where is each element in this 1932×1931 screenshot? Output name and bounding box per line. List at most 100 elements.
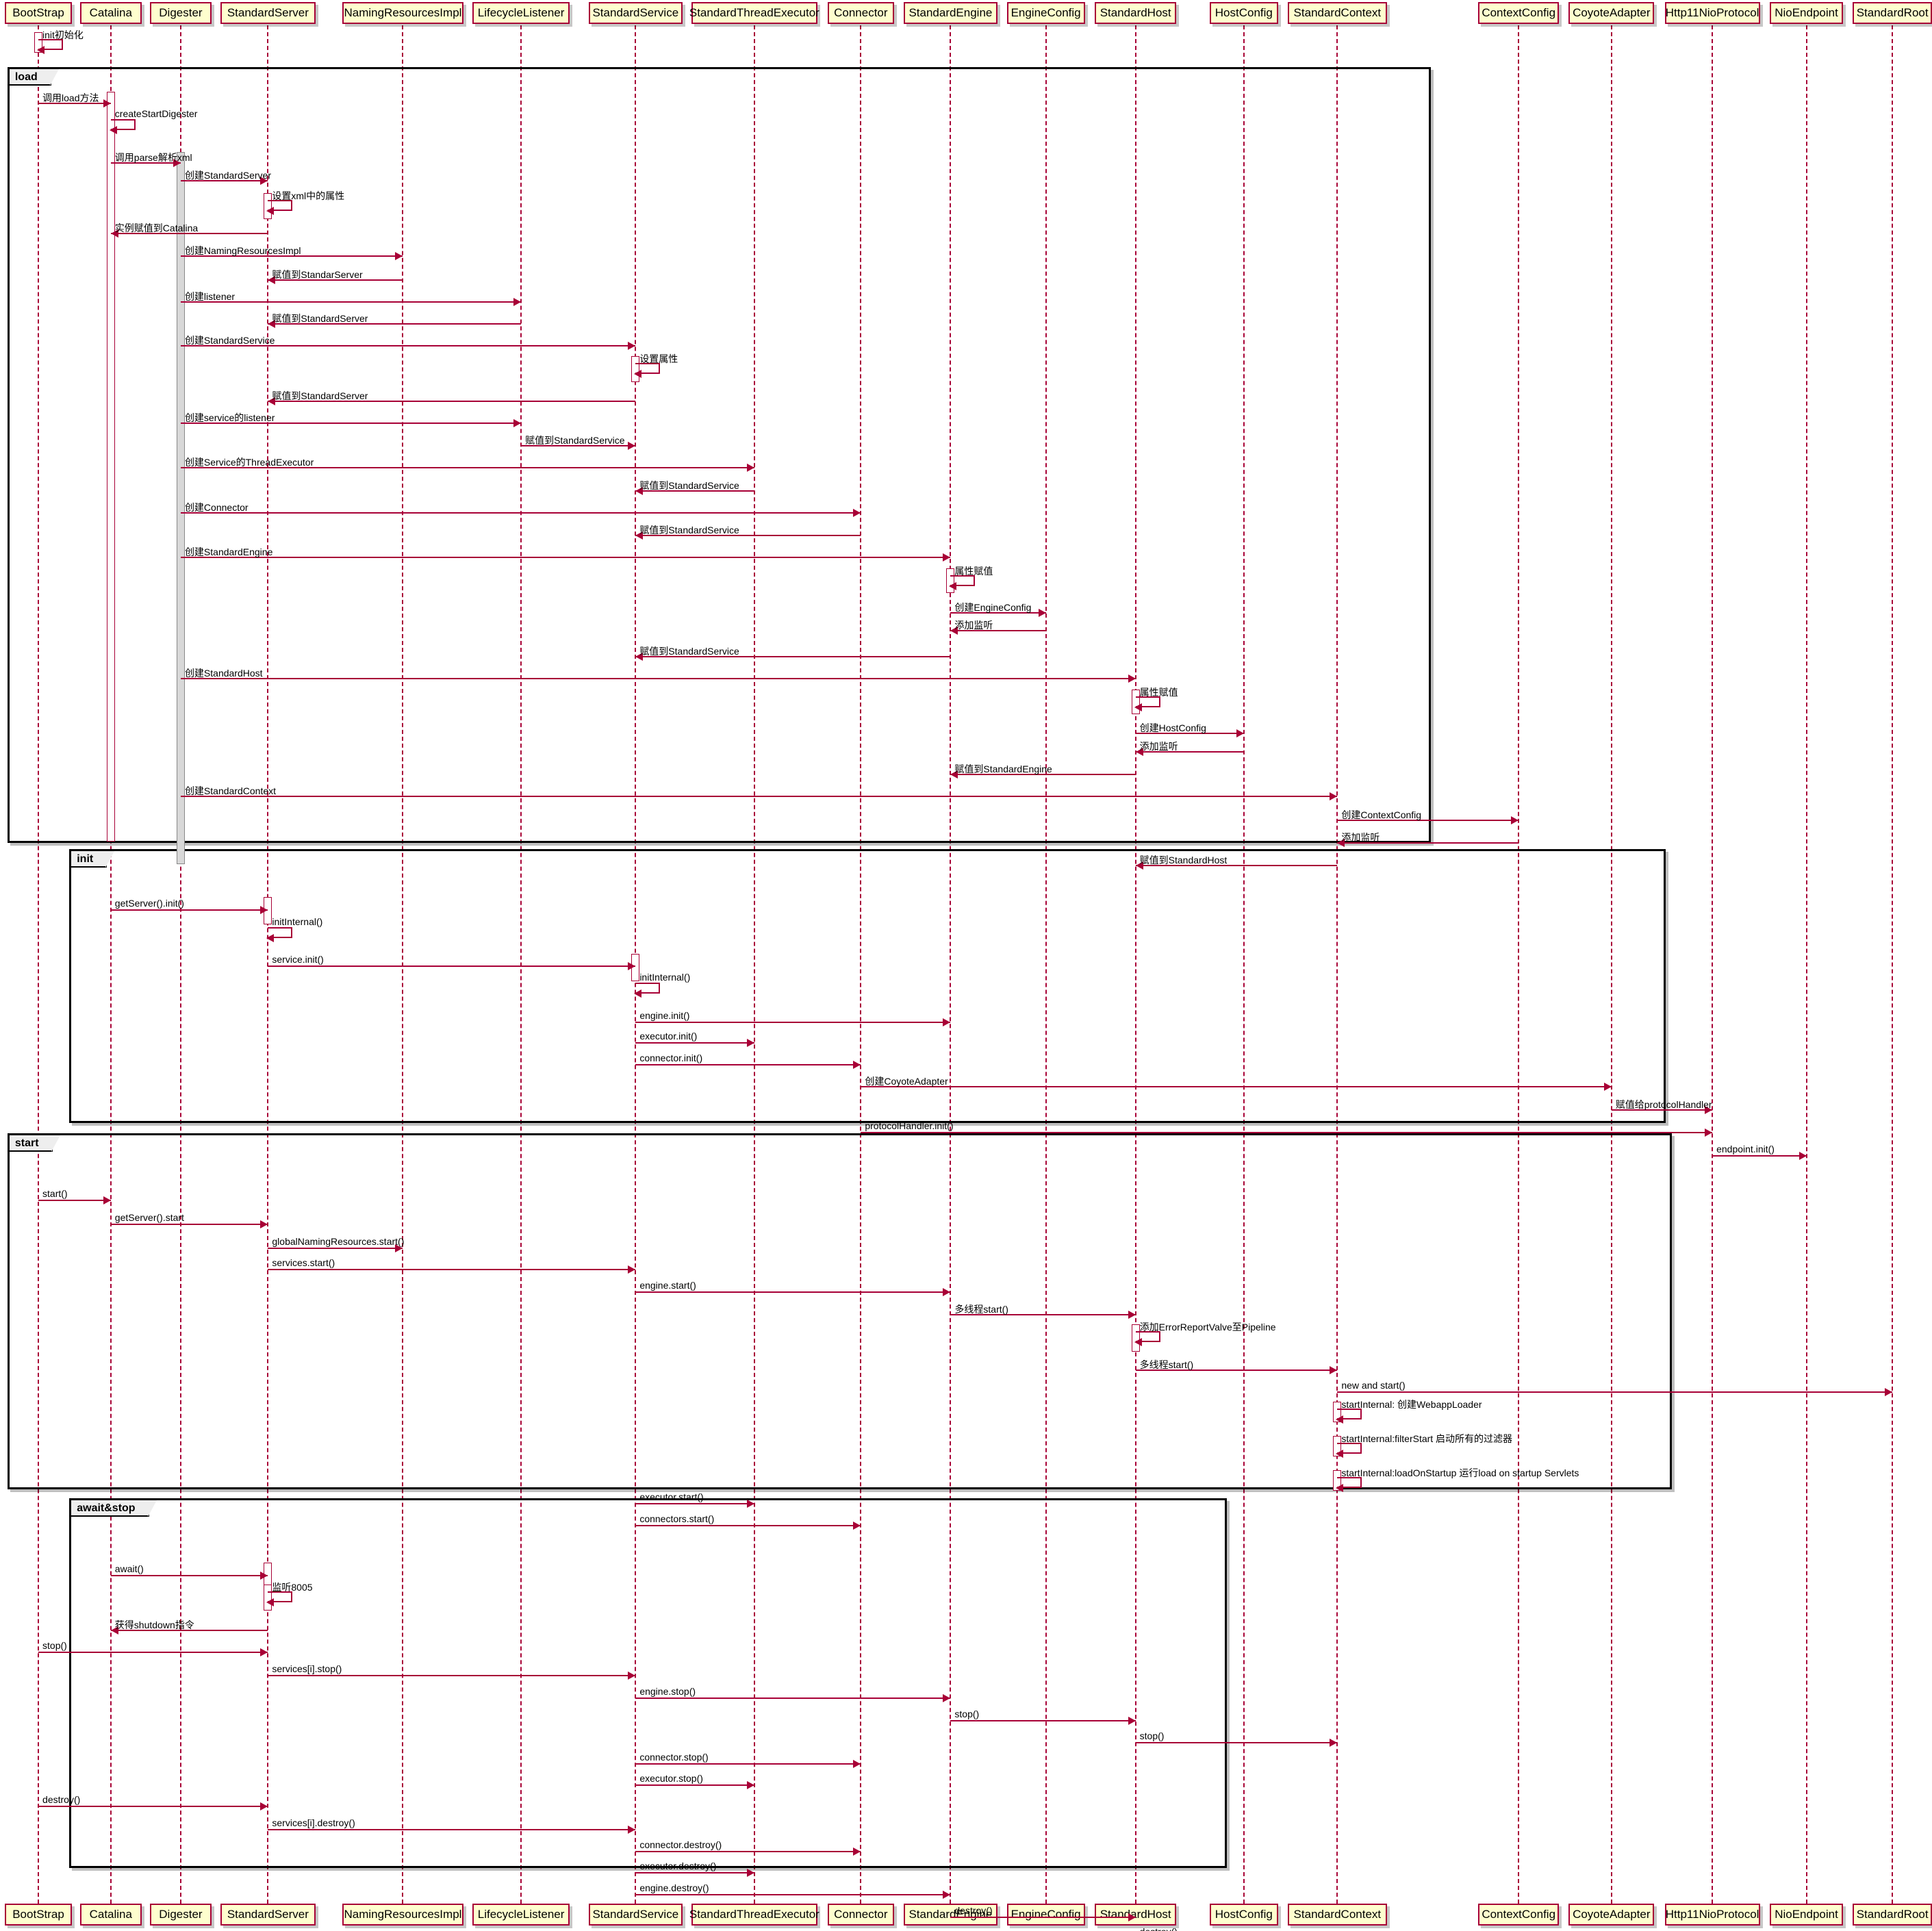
message-label: 添加监听 (1341, 832, 1380, 843)
message-label: 添加监听 (954, 620, 993, 631)
message-label: 添加监听 (1139, 741, 1178, 752)
arrow-head-icon (1128, 674, 1136, 683)
message-arrow (110, 1575, 268, 1576)
message-label: 属性赋值 (954, 566, 993, 577)
arrow-head-icon (746, 464, 754, 472)
participant-contextconfig-top[interactable]: ContextConfig (1478, 2, 1559, 24)
message-label: engine.init() (639, 1010, 690, 1021)
arrow-head-icon (943, 1288, 951, 1296)
message-arrow (180, 512, 861, 514)
participant-coyoteadapter-bottom[interactable]: CoyoteAdapter (1568, 1904, 1655, 1926)
participant-contextconfig-bottom[interactable]: ContextConfig (1478, 1904, 1559, 1926)
message-label: 创建ContextConfig (1341, 809, 1422, 820)
message-label: 创建service的listener (184, 412, 275, 423)
participant-http11nioprotocol-bottom[interactable]: Http11NioProtocol (1664, 1904, 1760, 1926)
participant-catalina-bottom[interactable]: Catalina (79, 1904, 142, 1926)
participant-standardcontext-bottom[interactable]: StandardContext (1288, 1904, 1387, 1926)
participant-engineconfig-bottom[interactable]: EngineConfig (1006, 1904, 1085, 1926)
message-arrow (1337, 1391, 1893, 1393)
message-label: stop() (1139, 1730, 1165, 1741)
participant-bootstrap-top[interactable]: BootStrap (5, 2, 72, 24)
message-label: 调用parse解析xml (114, 152, 192, 163)
participant-connector-top[interactable]: Connector (827, 2, 895, 24)
message-label: 创建NamingResourcesImpl (184, 245, 301, 256)
participant-bootstrap-bottom[interactable]: BootStrap (5, 1904, 72, 1926)
participant-digester-bottom[interactable]: Digester (149, 1904, 212, 1926)
arrow-head-icon (1134, 703, 1142, 711)
participant-standardservice-bottom[interactable]: StandardService (588, 1904, 683, 1926)
message-arrow (38, 1200, 111, 1201)
message-label: executor.destroy() (639, 1860, 717, 1871)
message-label: 创建CoyoteAdapter (865, 1076, 948, 1087)
message-arrow (110, 909, 268, 911)
arrow-head-icon (1128, 1913, 1136, 1921)
participant-lifecyclelistener-top[interactable]: LifecycleListener (472, 2, 570, 24)
participant-standardroot-bottom[interactable]: StandardRoot (1853, 1904, 1932, 1926)
message-arrow (635, 1291, 951, 1293)
participant-lifecyclelistener-bottom[interactable]: LifecycleListener (472, 1904, 570, 1926)
participant-connector-bottom[interactable]: Connector (827, 1904, 895, 1926)
participant-namingresourcesimpl-top[interactable]: NamingResourcesImpl (342, 2, 464, 24)
activation-bar (176, 152, 185, 864)
participant-nioendpoint-top[interactable]: NioEndpoint (1770, 2, 1843, 24)
message-label: 创建StandardServer (184, 170, 271, 181)
message-label: 多线程start() (954, 1304, 1008, 1315)
arrow-head-icon (103, 99, 111, 108)
message-arrow (950, 1917, 1136, 1918)
arrow-head-icon (1336, 1484, 1344, 1492)
participant-hostconfig-bottom[interactable]: HostConfig (1210, 1904, 1278, 1926)
arrow-head-icon (628, 1826, 636, 1834)
arrow-head-icon (634, 989, 642, 998)
arrow-head-icon (1336, 1450, 1344, 1458)
participant-standardservice-top[interactable]: StandardService (588, 2, 683, 24)
arrow-head-icon (513, 419, 522, 427)
participant-standardthreadexecutor-bottom[interactable]: StandardThreadExecutor (689, 1904, 819, 1926)
arrow-head-icon (260, 1572, 268, 1580)
message-label: 监听8005 (272, 1582, 313, 1593)
message-label: destroy() (1140, 1926, 1178, 1931)
arrow-head-icon (943, 1018, 951, 1026)
message-label: 创建StandardHost (184, 668, 263, 679)
message-arrow (38, 1806, 268, 1807)
arrow-head-icon (109, 126, 117, 134)
participant-catalina-top[interactable]: Catalina (79, 2, 142, 24)
participant-digester-top[interactable]: Digester (149, 2, 212, 24)
participant-standardthreadexecutor-top[interactable]: StandardThreadExecutor (689, 2, 819, 24)
participant-http11nioprotocol-top[interactable]: Http11NioProtocol (1664, 2, 1760, 24)
participant-standardcontext-top[interactable]: StandardContext (1288, 2, 1387, 24)
participant-standardserver-top[interactable]: StandardServer (220, 2, 316, 24)
participant-namingresourcesimpl-bottom[interactable]: NamingResourcesImpl (342, 1904, 464, 1926)
fragment-label-init: init (71, 851, 115, 868)
arrow-head-icon (1330, 792, 1338, 800)
message-label: start() (42, 1188, 68, 1199)
message-label: 创建Connector (184, 502, 249, 513)
participant-standardroot-top[interactable]: StandardRoot (1853, 2, 1932, 24)
participant-nioendpoint-bottom[interactable]: NioEndpoint (1770, 1904, 1843, 1926)
arrow-head-icon (943, 1891, 951, 1899)
message-label: engine.destroy() (639, 1882, 709, 1893)
message-arrow (268, 966, 636, 967)
arrow-head-icon (746, 1039, 754, 1047)
message-label: services[i].destroy() (272, 1817, 355, 1828)
message-label: 赋值到StandardEngine (954, 763, 1052, 774)
participant-standardengine-top[interactable]: StandardEngine (903, 2, 998, 24)
message-label: service.init() (272, 954, 324, 965)
arrow-head-icon (1128, 1311, 1136, 1319)
arrow-head-icon (1330, 1366, 1338, 1374)
lifeline-nioendpoint (1805, 25, 1807, 1904)
message-arrow (861, 1132, 1713, 1133)
participant-standardserver-bottom[interactable]: StandardServer (220, 1904, 316, 1926)
participant-standardhost-bottom[interactable]: StandardHost (1095, 1904, 1177, 1926)
arrow-head-icon (1511, 816, 1519, 824)
message-label: engine.stop() (639, 1686, 696, 1697)
participant-coyoteadapter-top[interactable]: CoyoteAdapter (1568, 2, 1655, 24)
message-label: endpoint.init() (1716, 1144, 1775, 1154)
message-label: 创建listener (184, 291, 236, 302)
message-label: await() (114, 1563, 144, 1574)
participant-engineconfig-top[interactable]: EngineConfig (1006, 2, 1085, 24)
message-arrow (635, 1503, 754, 1504)
message-label: 赋值到StandarServer (272, 269, 363, 280)
message-label: 创建StandardEngine (184, 546, 273, 557)
participant-hostconfig-top[interactable]: HostConfig (1210, 2, 1278, 24)
participant-standardhost-top[interactable]: StandardHost (1095, 2, 1177, 24)
